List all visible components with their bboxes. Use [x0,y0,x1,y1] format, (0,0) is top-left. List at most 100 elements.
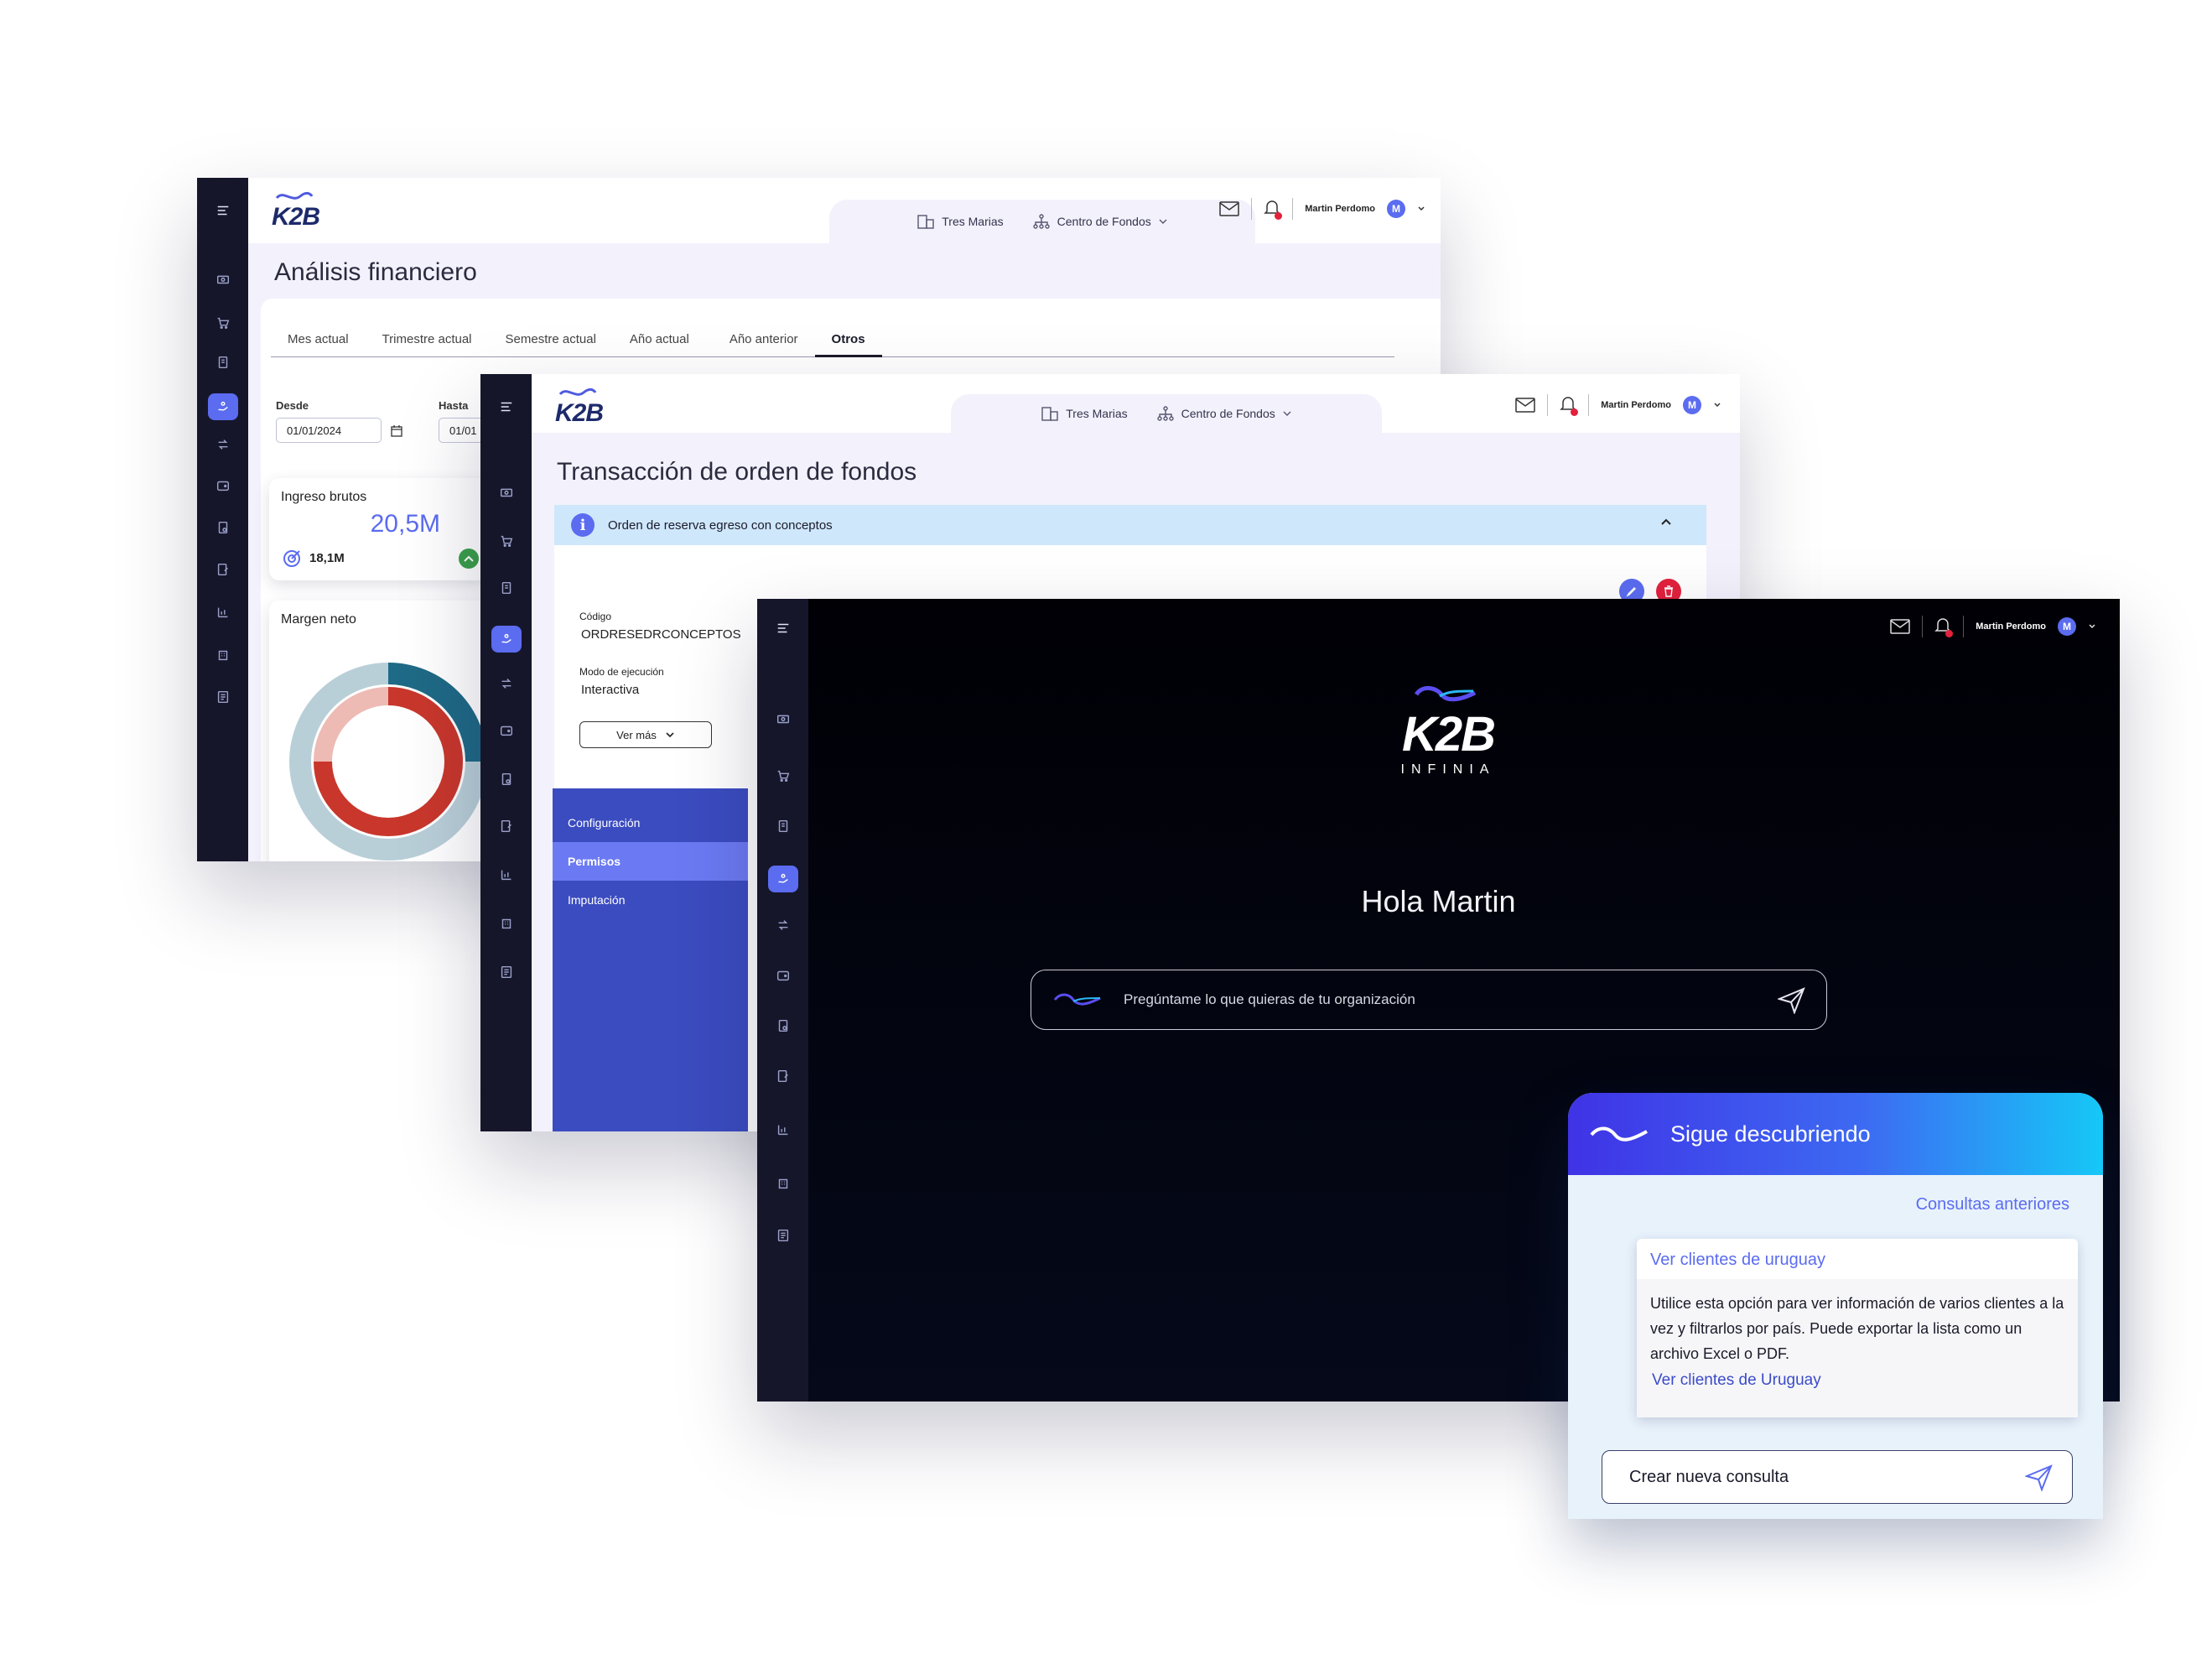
info-banner[interactable]: i Orden de reserva egreso con conceptos [554,505,1706,545]
transfer-icon[interactable] [496,673,517,694]
margen-neto-card[interactable]: Margen neto [269,601,496,861]
ledger-icon[interactable] [772,1225,794,1246]
report-icon[interactable] [496,768,517,790]
mail-icon[interactable] [1515,398,1536,413]
building-icon[interactable] [772,1173,794,1194]
avatar[interactable]: M [2058,617,2076,636]
edit-document-icon[interactable] [496,815,517,837]
transfer-icon[interactable] [212,434,234,455]
edit-document-icon[interactable] [772,1065,794,1087]
calendar-icon[interactable] [390,424,403,438]
report-icon[interactable] [772,1015,794,1037]
wallet-icon[interactable] [772,965,794,986]
unit-selector[interactable]: Centro de Fondos [1032,213,1168,230]
avatar[interactable]: M [1387,200,1405,218]
tab-ano-actual[interactable]: Año actual [613,329,706,357]
menu-item-imputacion[interactable]: Imputación [553,881,748,919]
chevron-down-icon[interactable] [2088,623,2096,630]
company-selector[interactable]: Tres Marias [1041,405,1128,422]
k2b-logo[interactable]: K2B [555,387,604,428]
wallet-icon[interactable] [496,720,517,741]
pencil-icon [1626,587,1636,597]
menu-icon[interactable] [496,396,517,418]
new-query-input[interactable]: Crear nueva consulta [1602,1450,2073,1504]
stats-icon[interactable] [496,864,517,886]
tab-ano-anterior[interactable]: Año anterior [706,329,815,357]
cash-icon[interactable] [496,481,517,503]
logo-text: K2B [1401,707,1496,762]
building-icon[interactable] [496,913,517,934]
k2b-logo[interactable]: K2B [272,191,320,231]
previous-queries-link[interactable]: Consultas anteriores [1916,1195,2069,1214]
ver-mas-label: Ver más [616,728,657,741]
cart-icon[interactable] [772,765,794,787]
stats-icon[interactable] [772,1119,794,1141]
invoice-icon[interactable] [772,815,794,837]
new-query-label: Crear nueva consulta [1629,1467,1789,1486]
info-text: Orden de reserva egreso con conceptos [608,517,833,533]
building-icon[interactable] [212,644,234,666]
page-title: Análisis financiero [274,258,477,286]
wallet-icon[interactable] [212,475,234,497]
ver-mas-button[interactable]: Ver más [579,721,712,748]
unit-name: Centro de Fondos [1181,407,1275,420]
menu-item-permisos[interactable]: Permisos [553,842,748,881]
cart-icon[interactable] [212,312,234,334]
company-name: Tres Marias [942,215,1004,228]
stats-icon[interactable] [212,601,234,623]
menu-item-configuracion[interactable]: Configuración [553,803,748,842]
funds-icon[interactable] [491,626,522,653]
report-icon[interactable] [212,517,234,538]
user-name[interactable]: Martin Perdomo [1305,204,1375,214]
ask-input[interactable]: Pregúntame lo que quieras de tu organiza… [1031,970,1827,1030]
suggestion-card[interactable]: Ver clientes de uruguay Utilice esta opc… [1637,1239,2078,1417]
ledger-icon[interactable] [212,686,234,708]
unit-selector[interactable]: Centro de Fondos [1156,405,1292,422]
desde-input[interactable]: 01/01/2024 [276,418,382,443]
tab-mes-actual[interactable]: Mes actual [271,329,366,357]
user-name[interactable]: Martin Perdomo [1976,621,2046,632]
divider [1251,198,1253,220]
suggestion-title[interactable]: Ver clientes de uruguay [1650,1251,1825,1270]
tab-otros[interactable]: Otros [814,329,882,357]
avatar[interactable]: M [1683,396,1701,414]
infinia-wave-icon [1053,993,1101,1006]
ask-placeholder: Pregúntame lo que quieras de tu organiza… [1124,991,1415,1007]
chevron-down-icon[interactable] [1713,402,1721,408]
chevron-down-icon[interactable] [1417,205,1425,212]
target-icon [283,550,300,567]
logo-subtitle: INFINIA [1400,762,1496,777]
ledger-icon[interactable] [496,961,517,983]
notification-bell[interactable] [1560,395,1579,416]
notification-badge [1275,211,1283,220]
invoice-icon[interactable] [212,351,234,373]
suggestion-link[interactable]: Ver clientes de Uruguay [1652,1371,1821,1390]
mail-icon[interactable] [1890,619,1911,634]
divider [1922,616,1924,637]
suggestion-text: Utilice esta opción para ver información… [1650,1295,2064,1362]
chat-title: Sigue descubriendo [1670,1121,1871,1147]
mail-icon[interactable] [1219,201,1240,216]
tab-trimestre-actual[interactable]: Trimestre actual [366,329,489,357]
chevron-down-icon [1283,411,1291,416]
notification-bell[interactable] [1934,616,1954,637]
logo-wave-icon [275,191,314,200]
notification-bell[interactable] [1264,199,1283,220]
funds-icon[interactable] [207,393,238,420]
menu-icon[interactable] [212,200,234,221]
send-icon[interactable] [1778,987,1806,1014]
ingreso-brutos-card[interactable]: Ingreso brutos 20,5M 18,1M [269,478,487,580]
logo-text: K2B [555,399,604,427]
edit-document-icon[interactable] [212,559,234,580]
company-selector[interactable]: Tres Marias [916,213,1004,230]
cart-icon[interactable] [496,530,517,552]
tab-semestre-actual[interactable]: Semestre actual [489,329,613,357]
menu-icon[interactable] [772,617,794,639]
logo-text: K2B [272,203,320,231]
cash-icon[interactable] [212,268,234,290]
invoice-icon[interactable] [496,577,517,599]
chevron-up-icon[interactable] [1659,517,1673,527]
cash-icon[interactable] [772,708,794,730]
user-name[interactable]: Martin Perdomo [1601,400,1671,410]
send-icon[interactable] [2025,1464,2054,1491]
